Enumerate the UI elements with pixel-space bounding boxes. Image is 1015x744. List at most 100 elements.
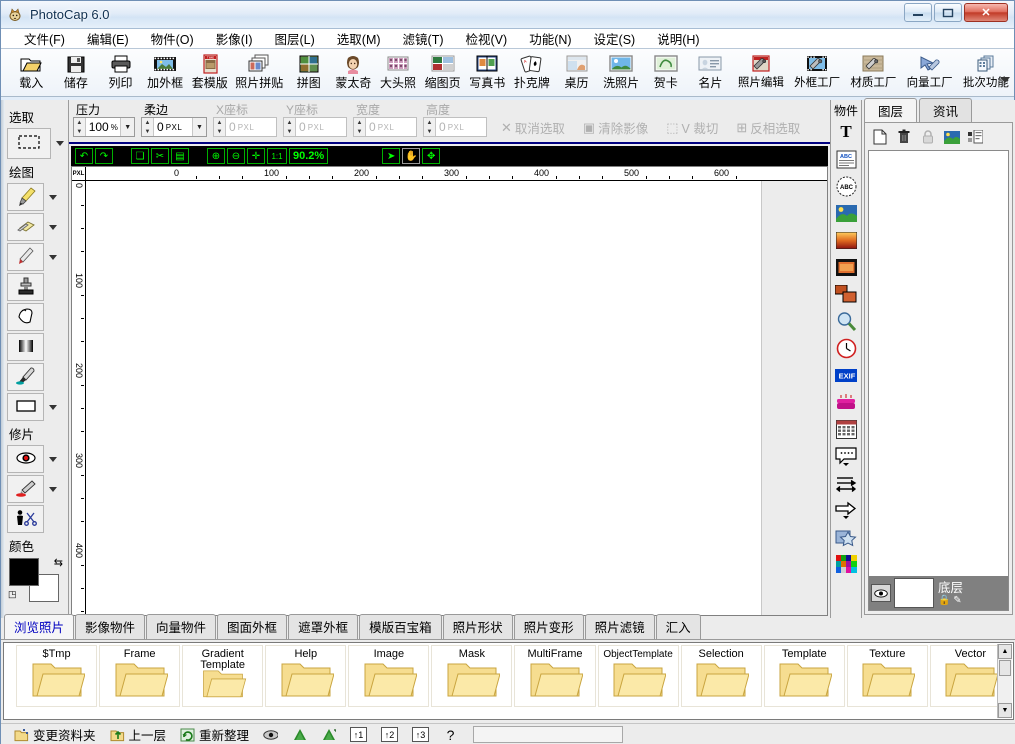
menu-function[interactable]: 功能(N) xyxy=(518,27,582,51)
layer-image-icon[interactable] xyxy=(943,129,960,146)
actual-size-button[interactable]: 1:1 xyxy=(267,148,287,164)
menu-view[interactable]: 检视(V) xyxy=(455,27,519,51)
star-shape-object-icon[interactable] xyxy=(835,526,857,548)
folder-item[interactable]: Mask xyxy=(431,645,512,707)
folder-item[interactable]: Frame xyxy=(99,645,180,707)
zoom-level-display[interactable]: 90.2% xyxy=(289,148,328,164)
tab-image-objects[interactable]: 影像物件 xyxy=(75,614,145,639)
toolbar-button-business-card[interactable]: 名片 xyxy=(688,51,733,95)
change-folder-button[interactable]: 变更资料夹 xyxy=(9,724,101,744)
red-eye-dropdown-arrow-icon[interactable] xyxy=(49,457,57,462)
help-button[interactable]: ? xyxy=(438,726,463,743)
redo-button[interactable]: ↷ xyxy=(95,148,113,164)
menu-filter[interactable]: 滤镜(T) xyxy=(392,27,455,51)
eraser-dropdown-arrow-icon[interactable] xyxy=(49,225,57,230)
tab-photo-warp[interactable]: 照片变形 xyxy=(514,614,584,639)
menu-layer[interactable]: 图层(L) xyxy=(264,27,326,51)
menu-object[interactable]: 物件(O) xyxy=(140,27,205,51)
add-selection-button[interactable]: ✥ xyxy=(422,148,440,164)
layer-properties-icon[interactable] xyxy=(967,129,984,146)
layer-lock-icon[interactable]: 🔒 xyxy=(938,595,950,606)
paintbrush-tool[interactable] xyxy=(7,183,44,211)
lock-layer-icon[interactable] xyxy=(919,129,936,146)
width-input[interactable]: ▲▼ 0 PXL xyxy=(353,117,417,137)
select-arrow-button[interactable]: ➤ xyxy=(382,148,400,164)
thumbnail-size-1-button[interactable]: ↑1 xyxy=(345,726,372,743)
thumbnail-size-2-button[interactable]: ↑2 xyxy=(376,726,403,743)
new-layer-icon[interactable] xyxy=(871,129,888,146)
deselect-button[interactable]: ✕ 取消选取 xyxy=(501,118,565,137)
gradient-tool[interactable] xyxy=(7,333,44,361)
reset-colors-icon[interactable]: ◳ xyxy=(8,589,17,600)
image-object-icon[interactable] xyxy=(835,202,857,224)
canvas-scroll-area[interactable] xyxy=(86,181,827,615)
ruler-unit-label[interactable]: PXL xyxy=(72,167,86,181)
toolbar-button-print[interactable]: 列印 xyxy=(98,51,143,95)
gradient-object-icon[interactable] xyxy=(835,229,857,251)
blemish-removal-tool[interactable] xyxy=(7,475,44,503)
x-coord-spinner[interactable]: ▲▼ xyxy=(214,118,226,136)
maximize-button[interactable] xyxy=(934,3,962,22)
toolbar-button-photo-book[interactable]: 写真书 xyxy=(465,51,510,95)
delete-layer-icon[interactable] xyxy=(895,129,912,146)
status-path-field[interactable] xyxy=(473,726,623,743)
y-coord-input[interactable]: ▲▼ 0 PXL xyxy=(283,117,347,137)
toolbar-button-desk-calendar[interactable]: 桌历 xyxy=(554,51,599,95)
chevron-down-icon[interactable] xyxy=(1000,77,1010,83)
thumbnail-size-3-button[interactable]: ↑3 xyxy=(407,726,434,743)
red-eye-tool[interactable] xyxy=(7,445,44,473)
up-level-button[interactable]: 上一层 xyxy=(105,724,172,744)
minimize-button[interactable] xyxy=(904,3,932,22)
menu-edit[interactable]: 编辑(E) xyxy=(76,27,140,51)
paste-button[interactable]: ▤ xyxy=(171,148,189,164)
x-coord-input[interactable]: ▲▼ 0 PXL xyxy=(213,117,277,137)
vertical-ruler[interactable]: 0 100 200 300 400 xyxy=(72,181,86,615)
toolbar-button-vector-factory[interactable]: 向量工厂 xyxy=(902,51,958,95)
preview-toggle-button[interactable] xyxy=(258,726,283,743)
clear-image-button[interactable]: ▣ 清除影像 xyxy=(583,118,648,137)
toolbar-button-print-photo[interactable]: 洗照片 xyxy=(599,51,644,95)
sort-descending-button[interactable] xyxy=(316,726,341,743)
toolbar-button-load[interactable]: 载入 xyxy=(9,51,54,95)
cut-button[interactable]: ✂ xyxy=(151,148,169,164)
cake-object-icon[interactable] xyxy=(835,391,857,413)
clone-stamp-tool[interactable] xyxy=(7,273,44,301)
foreground-color-swatch[interactable] xyxy=(9,558,39,586)
toolbar-button-greeting-card[interactable]: 贺卡 xyxy=(643,51,688,95)
circular-text-object-icon[interactable]: ABC xyxy=(835,175,857,197)
calendar-object-icon[interactable] xyxy=(835,418,857,440)
toolbar-button-save[interactable]: 储存 xyxy=(54,51,99,95)
swap-colors-icon[interactable]: ⇆ xyxy=(54,556,63,569)
zoom-out-button[interactable]: ⊖ xyxy=(227,148,245,164)
scroll-down-button[interactable]: ▼ xyxy=(998,703,1012,718)
invert-selection-button[interactable]: ⊞ 反相选取 xyxy=(736,118,800,137)
folder-item[interactable]: Help xyxy=(265,645,346,707)
tab-import[interactable]: 汇入 xyxy=(656,614,701,639)
tab-mask-frames[interactable]: 遮罩外框 xyxy=(288,614,358,639)
copy-button[interactable]: ❏ xyxy=(131,148,149,164)
color-palette-object-icon[interactable] xyxy=(835,553,857,575)
clock-object-icon[interactable] xyxy=(835,337,857,359)
folder-item[interactable]: Template xyxy=(764,645,845,707)
tab-vector-objects[interactable]: 向量物件 xyxy=(146,614,216,639)
toolbar-button-playing-cards[interactable]: A 扑克牌 xyxy=(510,51,555,95)
folder-item[interactable]: $Tmp xyxy=(16,645,97,707)
toolbar-button-batch-function[interactable]: 批次功能 xyxy=(958,51,1014,95)
layer-visibility-eye-icon[interactable] xyxy=(871,584,891,602)
toolbar-button-id-photo[interactable]: 大头照 xyxy=(376,51,421,95)
toolbar-button-apply-template[interactable]: TIME 套模版 xyxy=(188,51,233,95)
close-button[interactable]: ✕ xyxy=(964,3,1008,22)
horizontal-ruler[interactable]: 0 100 200 300 400 500 600 xyxy=(86,167,827,181)
toolbar-button-photo-edit[interactable]: 照片编辑 xyxy=(733,51,789,95)
pressure-dropdown-icon[interactable]: ▼ xyxy=(120,118,134,136)
toolbar-button-texture-factory[interactable]: 材质工厂 xyxy=(845,51,901,95)
tab-photo-shapes[interactable]: 照片形状 xyxy=(443,614,513,639)
soft-edge-spinner[interactable]: ▲▼ xyxy=(142,118,154,136)
height-spinner[interactable]: ▲▼ xyxy=(424,118,436,136)
tab-info[interactable]: 资讯 xyxy=(919,98,972,122)
toolbar-button-jigsaw[interactable]: 拼图 xyxy=(286,51,331,95)
toolbar-button-thumbnail-page[interactable]: 缩图页 xyxy=(420,51,465,95)
pencil-tool[interactable] xyxy=(7,243,44,271)
height-input[interactable]: ▲▼ 0 PXL xyxy=(423,117,487,137)
line-arrow-object-icon[interactable] xyxy=(835,472,857,494)
